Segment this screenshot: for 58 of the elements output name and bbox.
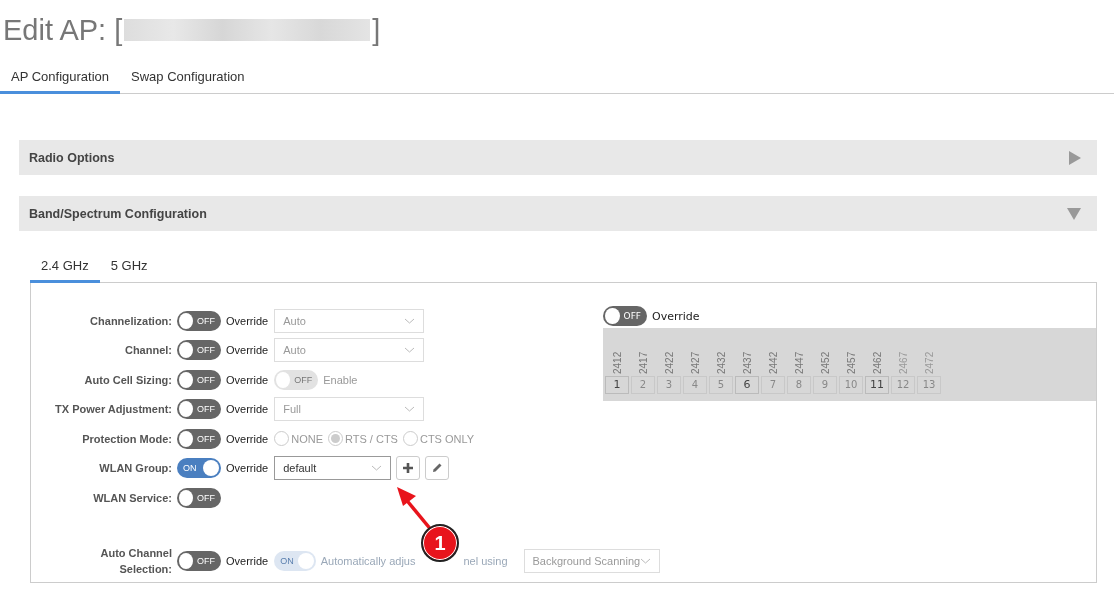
tab[interactable]: Swap Configuration — [120, 63, 256, 94]
field-label: Channel: — [123, 344, 172, 357]
field-label: Auto Channel Selection: — [99, 545, 172, 577]
channel-button[interactable]: 7 — [761, 376, 785, 394]
channel-button[interactable]: 9 — [813, 376, 837, 394]
channel-frequency: 2437 — [741, 350, 753, 374]
page-title: ] — [372, 13, 381, 47]
dropdown[interactable]: default — [274, 456, 392, 481]
channel-frequency: 2452 — [819, 350, 831, 374]
override-label: Override — [226, 373, 269, 386]
channel-frequency: 2472 — [923, 350, 935, 374]
override-label: Override — [226, 314, 269, 327]
channel-frequency: 2427 — [689, 350, 701, 374]
channel-frequency: 2457 — [845, 350, 857, 374]
channel-frequency: 2447 — [793, 350, 805, 374]
toggle-switch[interactable]: OFF — [603, 306, 647, 326]
channel-frequency: 2432 — [715, 350, 727, 374]
channel-button[interactable]: 12 — [891, 376, 915, 394]
override-label: Override — [226, 344, 269, 357]
channel-frequency: 2422 — [663, 350, 675, 374]
annotation-badge: 1 — [421, 524, 459, 562]
override-label: Override — [226, 462, 269, 475]
channel-frequency: 2442 — [767, 350, 779, 374]
page-title: Edit AP: [ — [3, 13, 123, 47]
tab[interactable]: 2.4 GHz — [30, 252, 100, 283]
field-label: Channelization: — [89, 314, 172, 327]
toggle-switch[interactable]: ON — [177, 458, 221, 479]
channel-button[interactable]: 3 — [657, 376, 681, 394]
field-label: WLAN Service: — [92, 491, 172, 504]
channel-frequency: 2412 — [611, 350, 623, 374]
section-header[interactable]: Radio Options — [19, 140, 1097, 175]
field-label: WLAN Group: — [98, 462, 172, 475]
toggle-label: nel using — [463, 554, 508, 567]
channel-button[interactable]: 1 — [605, 376, 629, 394]
channel-button[interactable]: 13 — [917, 376, 941, 394]
tab[interactable]: 5 GHz — [99, 252, 159, 283]
override-label: Override — [226, 432, 269, 445]
channel-frequency: 2467 — [897, 350, 909, 374]
section-header[interactable]: Band/Spectrum Configuration — [19, 196, 1097, 231]
channel-frequency: 2417 — [637, 350, 649, 374]
channel-button[interactable]: 10 — [839, 376, 863, 394]
channel-button[interactable]: 11 — [865, 376, 889, 394]
toggle-label: Automatically adjus — [320, 554, 416, 567]
channel-button[interactable]: 8 — [787, 376, 811, 394]
field-label: Protection Mode: — [81, 432, 172, 445]
field-label: Auto Cell Sizing: — [83, 373, 172, 386]
channel-button[interactable]: 2 — [631, 376, 655, 394]
override-label: Override — [652, 309, 700, 323]
tab[interactable]: AP Configuration — [0, 63, 121, 94]
override-label: Override — [226, 554, 269, 567]
toggle-label: Enable — [323, 373, 358, 386]
field-label: TX Power Adjustment: — [54, 403, 172, 416]
override-label: Override — [226, 403, 269, 416]
channel-button[interactable]: 5 — [709, 376, 733, 394]
toggle-switch[interactable]: OFF — [177, 487, 221, 508]
channel-button[interactable]: 4 — [683, 376, 707, 394]
channel-frequency: 2462 — [871, 350, 883, 374]
channel-button[interactable]: 6 — [735, 376, 759, 394]
